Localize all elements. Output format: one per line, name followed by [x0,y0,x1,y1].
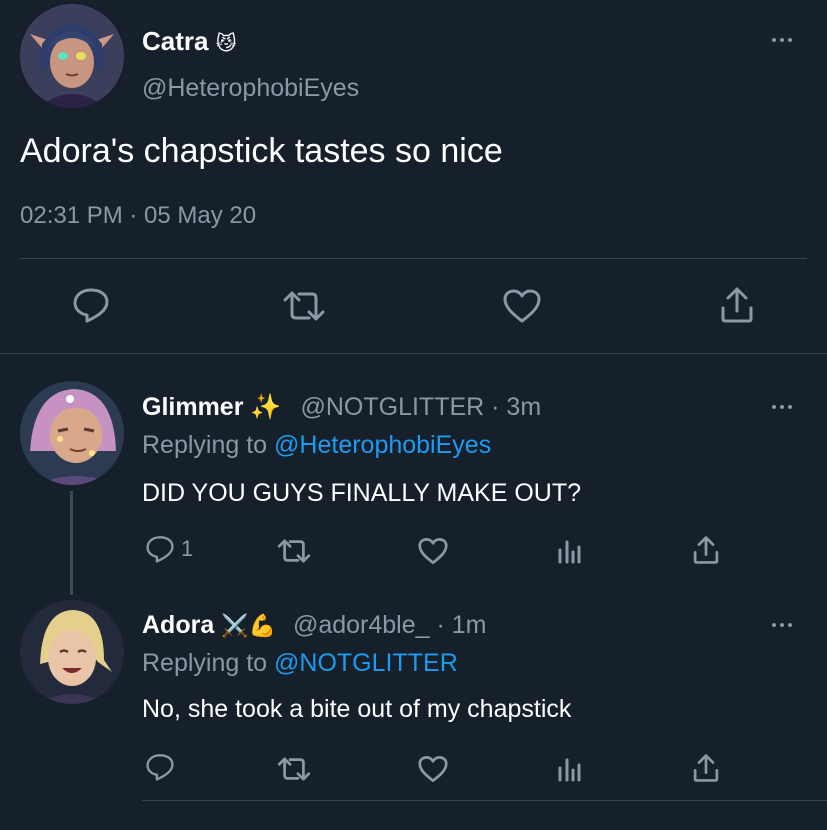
divider [20,258,807,259]
author-handle[interactable]: @HeterophobiEyes [142,74,359,103]
more-options-icon[interactable] [772,35,798,45]
replying-to-mention[interactable]: @NOTGLITTER [274,649,458,677]
more-options-icon[interactable] [772,620,798,630]
like-icon[interactable] [417,537,449,565]
replying-to-line: Replying to @HeterophobiEyes [142,431,491,460]
reply-text: DID YOU GUYS FINALLY MAKE OUT? [142,479,582,507]
reply-count: 1 [181,536,194,561]
sparkles-emoji-icon: ✨ [250,393,282,421]
glimmer-avatar[interactable] [20,381,124,485]
author-name[interactable]: Glimmer [142,393,243,421]
analytics-icon[interactable] [557,538,583,564]
catra-avatar-image [20,4,124,108]
like-icon[interactable] [417,755,449,783]
share-icon[interactable] [719,286,755,324]
like-icon[interactable] [502,288,542,324]
adora-avatar-image [20,600,124,704]
glimmer-avatar-image [20,381,124,485]
reply-icon [146,536,174,563]
catra-avatar[interactable] [20,4,124,108]
retweet-icon[interactable] [281,290,327,322]
reply-icon[interactable] [72,287,110,323]
replying-to-line: Replying to @NOTGLITTER [142,649,458,678]
retweet-icon[interactable] [276,756,312,782]
section-divider [0,353,827,354]
analytics-icon[interactable] [557,756,583,782]
divider [142,800,827,801]
retweet-icon[interactable] [276,538,312,564]
author-handle[interactable]: @NOTGLITTER · 3m [300,393,541,421]
catra-name-row: Catra 😼 [142,26,237,57]
sword-muscle-emoji-icon: ⚔️💪 [221,613,276,638]
share-icon[interactable] [692,753,720,783]
author-name[interactable]: Adora [142,611,214,639]
replying-to-label: Replying to [142,649,268,677]
cat-emoji-icon: 😼 [215,33,237,55]
author-handle[interactable]: @ador4ble_ · 1m [293,611,487,639]
reply-button[interactable]: 1 [145,535,193,563]
reply-header: Glimmer ✨ @NOTGLITTER · 3m [142,393,541,422]
tweet-timestamp[interactable]: 02:31 PM · 05 May 20 [20,202,256,230]
thread-connector [70,491,73,595]
author-name[interactable]: Catra [142,26,208,56]
more-options-icon[interactable] [772,402,798,412]
replying-to-label: Replying to [142,431,268,459]
adora-avatar[interactable] [20,600,124,704]
share-icon[interactable] [692,535,720,565]
reply-text: No, she took a bite out of my chapstick [142,695,572,723]
reply-icon[interactable] [145,753,175,781]
reply-header: Adora ⚔️💪 @ador4ble_ · 1m [142,611,486,640]
tweet-text: Adora's chapstick tastes so nice [20,132,503,170]
replying-to-mention[interactable]: @HeterophobiEyes [274,431,491,459]
